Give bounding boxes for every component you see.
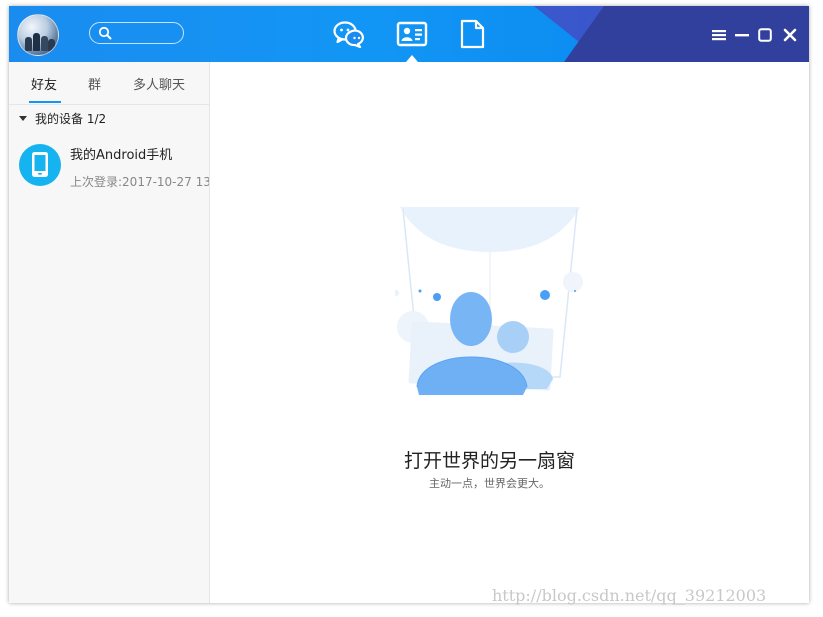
user-avatar[interactable] [17, 14, 59, 56]
empty-state-title: 打开世界的另一扇窗 [403, 450, 575, 472]
phone-icon [32, 152, 48, 177]
tab-friends[interactable]: 好友 [31, 74, 57, 93]
device-name: 我的Android手机 [70, 148, 173, 163]
watermark-text: http://blog.csdn.net/qq_39212003 [492, 586, 767, 605]
chat-bubbles-icon[interactable] [332, 18, 364, 50]
group-header-label: 我的设备 1/2 [35, 112, 107, 126]
tab-groups[interactable]: 群 [88, 74, 101, 93]
active-tab-underline [29, 101, 61, 103]
contact-card-icon[interactable] [396, 18, 428, 50]
active-tab-indicator [406, 55, 418, 62]
caret-down-icon [19, 116, 27, 121]
list-item[interactable]: 我的Android手机 上次登录:2017-10-27 13 [9, 138, 209, 194]
search-icon [98, 26, 112, 40]
title-bar [9, 6, 809, 62]
group-header-my-devices[interactable]: 我的设备 1/2 [19, 110, 106, 127]
device-avatar [19, 144, 61, 186]
maximize-icon[interactable] [758, 28, 772, 42]
empty-state-subtitle: 主动一点，世界会更大。 [429, 477, 550, 490]
menu-icon[interactable] [712, 28, 726, 42]
main-panel: 打开世界的另一扇窗 主动一点，世界会更大。 [210, 62, 809, 603]
minimize-icon[interactable] [735, 28, 749, 42]
sidebar: 好友 群 多人聊天 我的设备 1/2 我的Android手机 上次登录:2017… [9, 62, 210, 603]
close-icon[interactable] [783, 28, 797, 42]
app-window: 好友 群 多人聊天 我的设备 1/2 我的Android手机 上次登录:2017… [9, 6, 809, 603]
document-icon[interactable] [456, 18, 488, 50]
tab-multi-chat[interactable]: 多人聊天 [133, 74, 185, 93]
search-input[interactable] [89, 22, 184, 44]
contact-tabs: 好友 群 多人聊天 [9, 62, 209, 105]
people-frame-illustration [395, 207, 583, 395]
device-last-login: 上次登录:2017-10-27 13 [70, 175, 209, 189]
